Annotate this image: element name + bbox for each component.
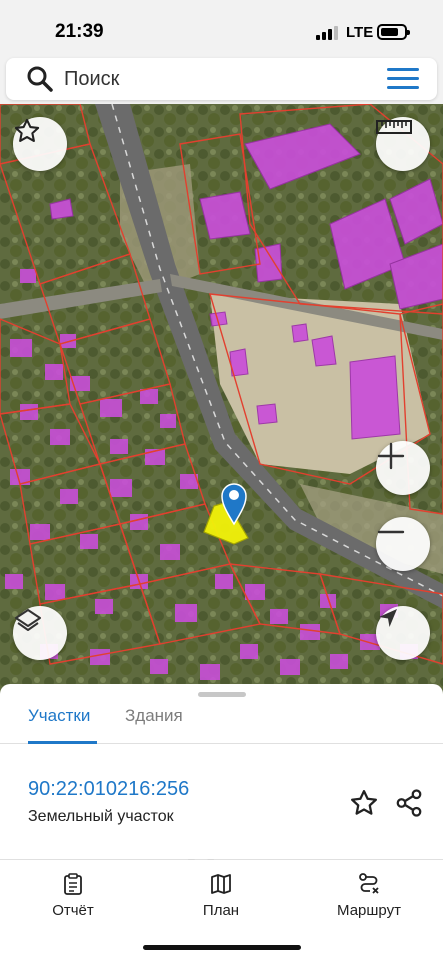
nav-report-label: Отчёт (52, 902, 94, 919)
home-indicator[interactable] (143, 945, 301, 950)
parcel-item[interactable]: Циан 90:22:010216:256 Земельный участок (0, 744, 443, 901)
nav-route-label: Маршрут (337, 902, 401, 919)
ruler-button[interactable] (376, 117, 430, 171)
zoom-in-button[interactable] (376, 441, 430, 495)
tab-buildings[interactable]: Здания (125, 706, 183, 726)
locate-arrow-icon (379, 609, 397, 627)
route-icon (359, 873, 379, 894)
share-icon[interactable] (394, 788, 424, 818)
star-outline-icon (14, 118, 40, 142)
zoom-out-button[interactable] (376, 517, 430, 571)
map-view[interactable] (0, 104, 443, 694)
battery-icon (377, 24, 410, 40)
zoom-in-icon (377, 442, 405, 470)
favorites-button[interactable] (13, 117, 67, 171)
network-label: LTE (346, 24, 374, 41)
parcel-cadastral-number[interactable]: 90:22:010216:256 (28, 778, 189, 801)
nav-route[interactable]: Маршрут (314, 872, 424, 919)
layers-button[interactable] (13, 606, 67, 660)
nav-plan[interactable]: План (166, 872, 276, 919)
bottom-nav: Отчёт План Маршрут (0, 860, 443, 960)
search-input[interactable] (64, 65, 364, 93)
nav-plan-label: План (202, 902, 240, 919)
ruler-icon (376, 120, 412, 134)
sheet-grabber[interactable] (198, 692, 246, 697)
tab-parcels[interactable]: Участки (28, 706, 90, 726)
parcel-type: Земельный участок (28, 808, 174, 825)
hamburger-menu-icon[interactable] (387, 68, 419, 90)
search-icon[interactable] (26, 65, 54, 93)
nav-report[interactable]: Отчёт (18, 872, 128, 919)
search-bar (6, 58, 437, 100)
cellular-signal-icon (316, 26, 340, 40)
tab-bar: Участки Здания (0, 698, 443, 744)
map-plan-icon (211, 874, 231, 894)
report-icon (64, 873, 82, 895)
layers-icon (15, 609, 41, 631)
locate-button[interactable] (376, 606, 430, 660)
star-outline-icon[interactable] (349, 788, 379, 818)
status-bar: 21:39 LTE (0, 0, 443, 58)
zoom-out-icon (377, 530, 405, 534)
status-time: 21:39 (55, 21, 104, 42)
